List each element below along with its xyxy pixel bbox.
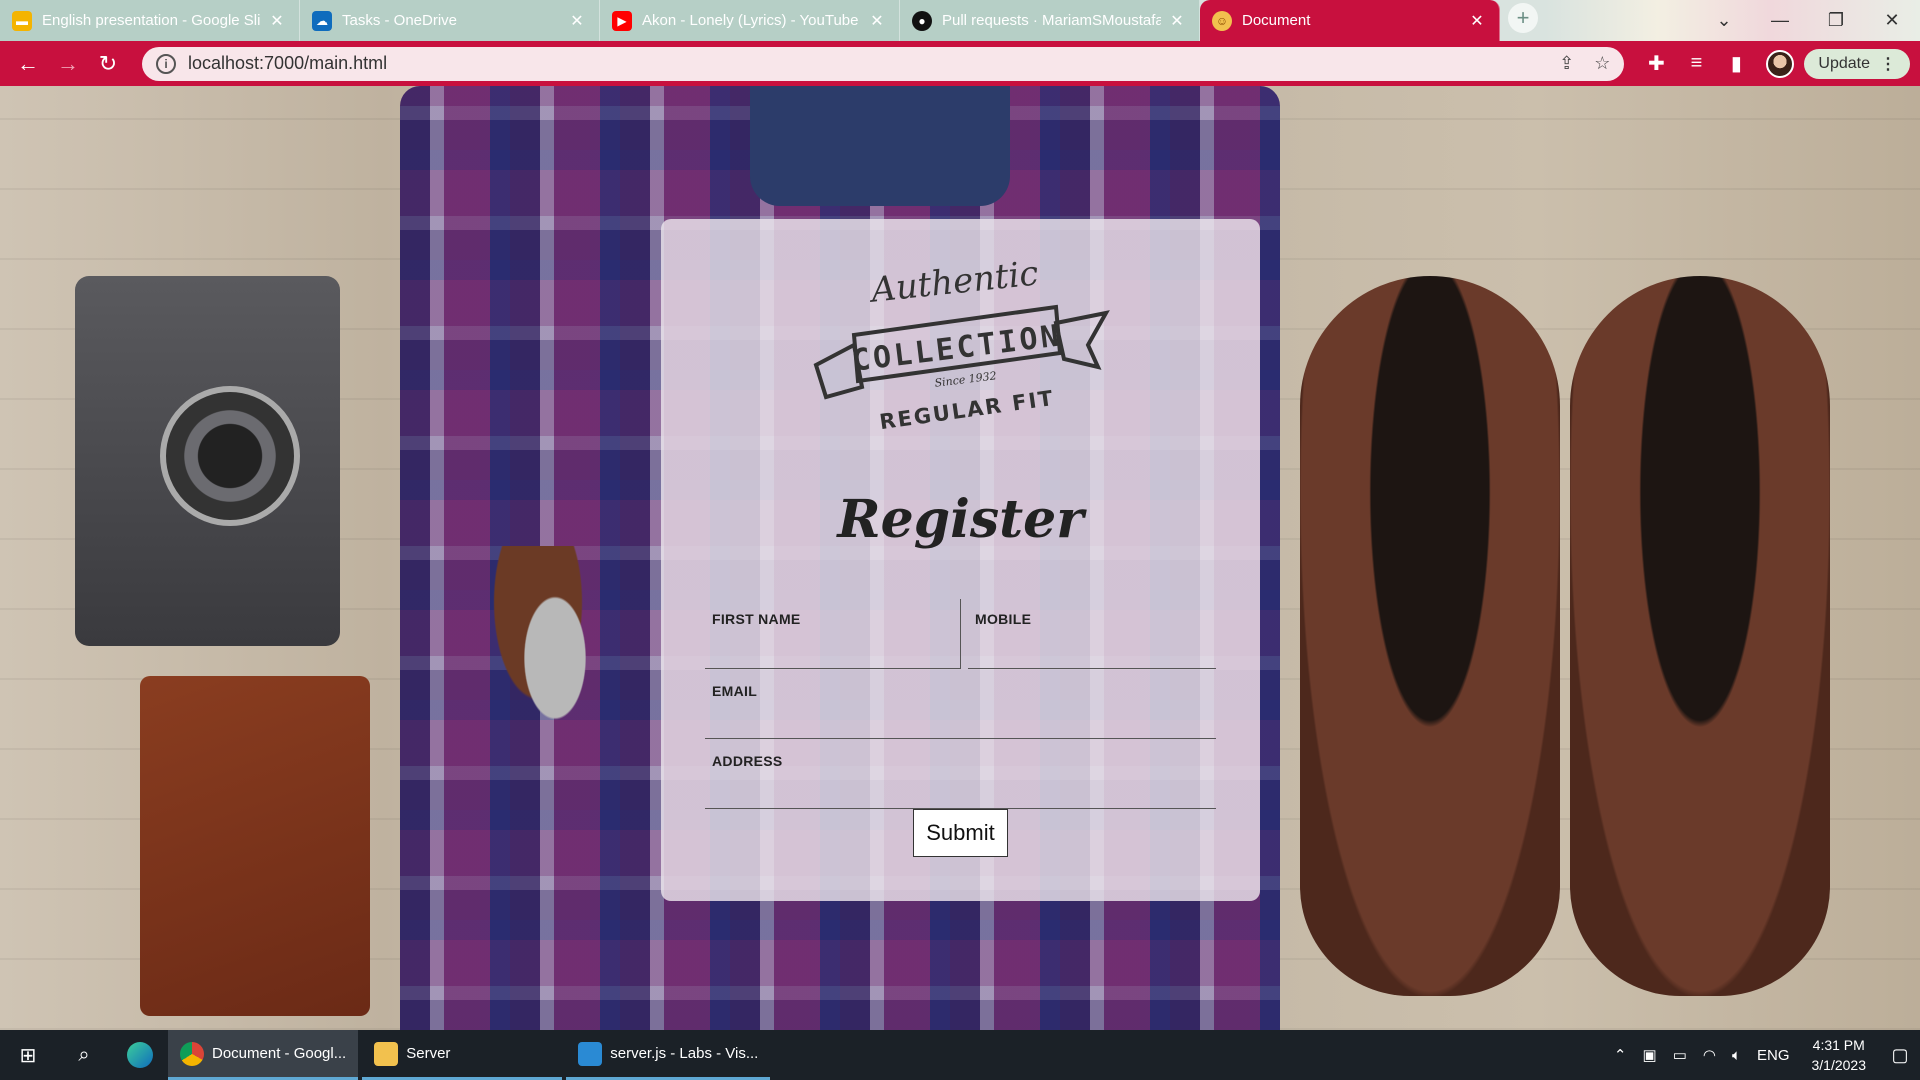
reload-icon[interactable]: ↻ [90,46,126,82]
tab-onedrive[interactable]: ☁ Tasks - OneDrive ✕ [300,0,600,41]
volume-icon[interactable]: 🔈︎ [1732,1047,1741,1064]
tab-google-slides[interactable]: ▬ English presentation - Google Sli ✕ [0,0,300,41]
clock-time: 4:31 PM [1812,1037,1865,1053]
taskbar-app-vscode[interactable]: server.js - Labs - Vis... [566,1030,771,1080]
tab-title: Tasks - OneDrive [342,12,458,29]
email-field: EMAIL [705,671,1216,739]
browser-tabbar: ▬ English presentation - Google Sli ✕ ☁ … [0,0,1920,41]
taskbar-clock[interactable]: 4:31 PM 3/1/2023 [1812,1035,1867,1075]
extensions-puzzle-icon[interactable]: ✚ [1636,46,1676,82]
background-keys [470,546,640,826]
close-icon[interactable]: ✕ [1467,11,1487,31]
logo-line-collection: COLLECTION [850,318,1063,378]
logo-line-authentic: Authentic [866,255,1040,311]
meet-now-icon[interactable]: ▣ [1643,1046,1657,1064]
register-form-card: Authentic COLLECTION Since 1932 REGULAR … [661,219,1260,901]
edge-icon[interactable] [112,1030,168,1080]
forward-icon[interactable]: → [50,46,86,82]
tab-title: English presentation - Google Sli [42,12,261,29]
windows-taskbar: ⊞ ⌕ Document - Googl... Server server.js… [0,1030,1920,1080]
onedrive-icon: ☁ [312,10,332,31]
chrome-icon [180,1041,204,1066]
wifi-icon[interactable]: ◠ [1703,1046,1716,1064]
logo-line-since: Since 1932 [934,369,997,389]
first-name-input[interactable] [712,640,953,662]
camera-lens [160,386,300,526]
tab-youtube[interactable]: ▶ Akon - Lonely (Lyrics) - YouTube ✕ [600,0,900,41]
logo-line-regular-fit: REGULAR FIT [878,386,1056,434]
browser-toolbar: ← → ↻ i localhost:7000/main.html ⇪ ☆ ✚ ≡… [0,41,1920,86]
clock-date: 3/1/2023 [1811,1057,1867,1073]
youtube-icon: ▶ [612,10,632,31]
close-icon[interactable]: ✕ [867,11,887,31]
taskbar-app-server-folder[interactable]: Server [362,1030,563,1080]
search-icon[interactable]: ⌕ [56,1030,112,1080]
page-title: Register [837,489,1084,550]
email-input[interactable] [712,710,1209,732]
notification-center-icon[interactable]: ▢ [1880,1030,1920,1080]
background-camera [75,276,340,646]
background-wallet [140,676,370,1016]
address-bar[interactable]: i localhost:7000/main.html ⇪ ☆ [142,46,1625,81]
profile-avatar[interactable] [1766,49,1795,78]
tab-document[interactable]: ☺ Document ✕ [1200,0,1500,41]
window-close-icon[interactable]: ✕ [1864,10,1920,31]
taskbar-app-label: Document - Googl... [212,1045,347,1062]
first-name-label: FIRST NAME [712,611,801,627]
media-queue-icon[interactable]: ≡ [1676,46,1716,82]
mobile-field: MOBILE [968,599,1216,669]
background-shirt-collar [750,86,1010,206]
back-icon[interactable]: ← [10,46,46,82]
page-viewport: Authentic COLLECTION Since 1932 REGULAR … [0,86,1920,1030]
language-indicator[interactable]: ENG [1757,1047,1790,1064]
google-slides-icon: ▬ [12,10,32,31]
vscode-icon [578,1041,603,1066]
tab-strip: ▬ English presentation - Google Sli ✕ ☁ … [0,0,1500,41]
close-icon[interactable]: ✕ [1167,11,1187,31]
tab-search-chevron-icon[interactable]: ⌄ [1696,10,1752,31]
email-label: EMAIL [712,683,758,699]
show-hidden-icons-chevron-icon[interactable]: ⌃ [1614,1046,1627,1064]
taskbar-app-label: server.js - Labs - Vis... [610,1045,759,1062]
tab-title: Pull requests · MariamSMoustafa [942,12,1161,29]
url-text[interactable]: localhost:7000/main.html [188,53,1539,74]
window-controls: ⌄ — ❐ ✕ [1696,0,1920,41]
address-field: ADDRESS [705,741,1216,809]
battery-icon[interactable]: ▭ [1673,1046,1687,1064]
folder-icon [374,1041,399,1066]
taskbar-app-label: Server [406,1045,451,1062]
document-favicon-icon: ☺ [1212,10,1232,31]
close-icon[interactable]: ✕ [567,11,587,31]
mobile-input[interactable] [975,640,1209,662]
minimize-icon[interactable]: — [1752,10,1808,31]
background-shoe-right [1570,276,1830,996]
more-menu-icon[interactable]: ⋮ [1880,54,1896,74]
close-icon[interactable]: ✕ [267,11,287,31]
submit-button[interactable]: Submit [913,809,1008,857]
windows-start-icon[interactable]: ⊞ [0,1030,56,1080]
share-icon[interactable]: ⇪ [1559,53,1574,74]
tab-title: Document [1242,12,1311,29]
tab-title: Akon - Lonely (Lyrics) - YouTube [642,12,859,29]
tab-github[interactable]: ● Pull requests · MariamSMoustafa ✕ [900,0,1200,41]
restore-icon[interactable]: ❐ [1808,10,1864,31]
side-panel-icon[interactable]: ▮ [1716,46,1756,82]
site-info-icon[interactable]: i [156,53,176,74]
github-icon: ● [912,10,932,31]
logo-ribbon-right-tail [1053,310,1110,370]
address-input[interactable] [712,780,1209,802]
mobile-label: MOBILE [975,611,1032,627]
theme-floral-decoration: ⌄ — ❐ ✕ [1546,0,1920,41]
taskbar-app-chrome[interactable]: Document - Googl... [168,1030,359,1080]
address-label: ADDRESS [712,753,783,769]
new-tab-button[interactable]: + [1508,2,1538,33]
update-button[interactable]: Update ⋮ [1804,48,1910,79]
first-name-field: FIRST NAME [705,599,961,669]
update-label: Update [1818,54,1870,72]
authentic-collection-logo: Authentic COLLECTION Since 1932 REGULAR … [813,255,1110,434]
bookmark-star-icon[interactable]: ☆ [1594,53,1610,74]
system-tray: ⌃ ▣ ▭ ◠ 🔈︎ ENG 4:31 PM 3/1/2023 ▢ [1606,1030,1920,1080]
background-shoe-left [1300,276,1560,996]
